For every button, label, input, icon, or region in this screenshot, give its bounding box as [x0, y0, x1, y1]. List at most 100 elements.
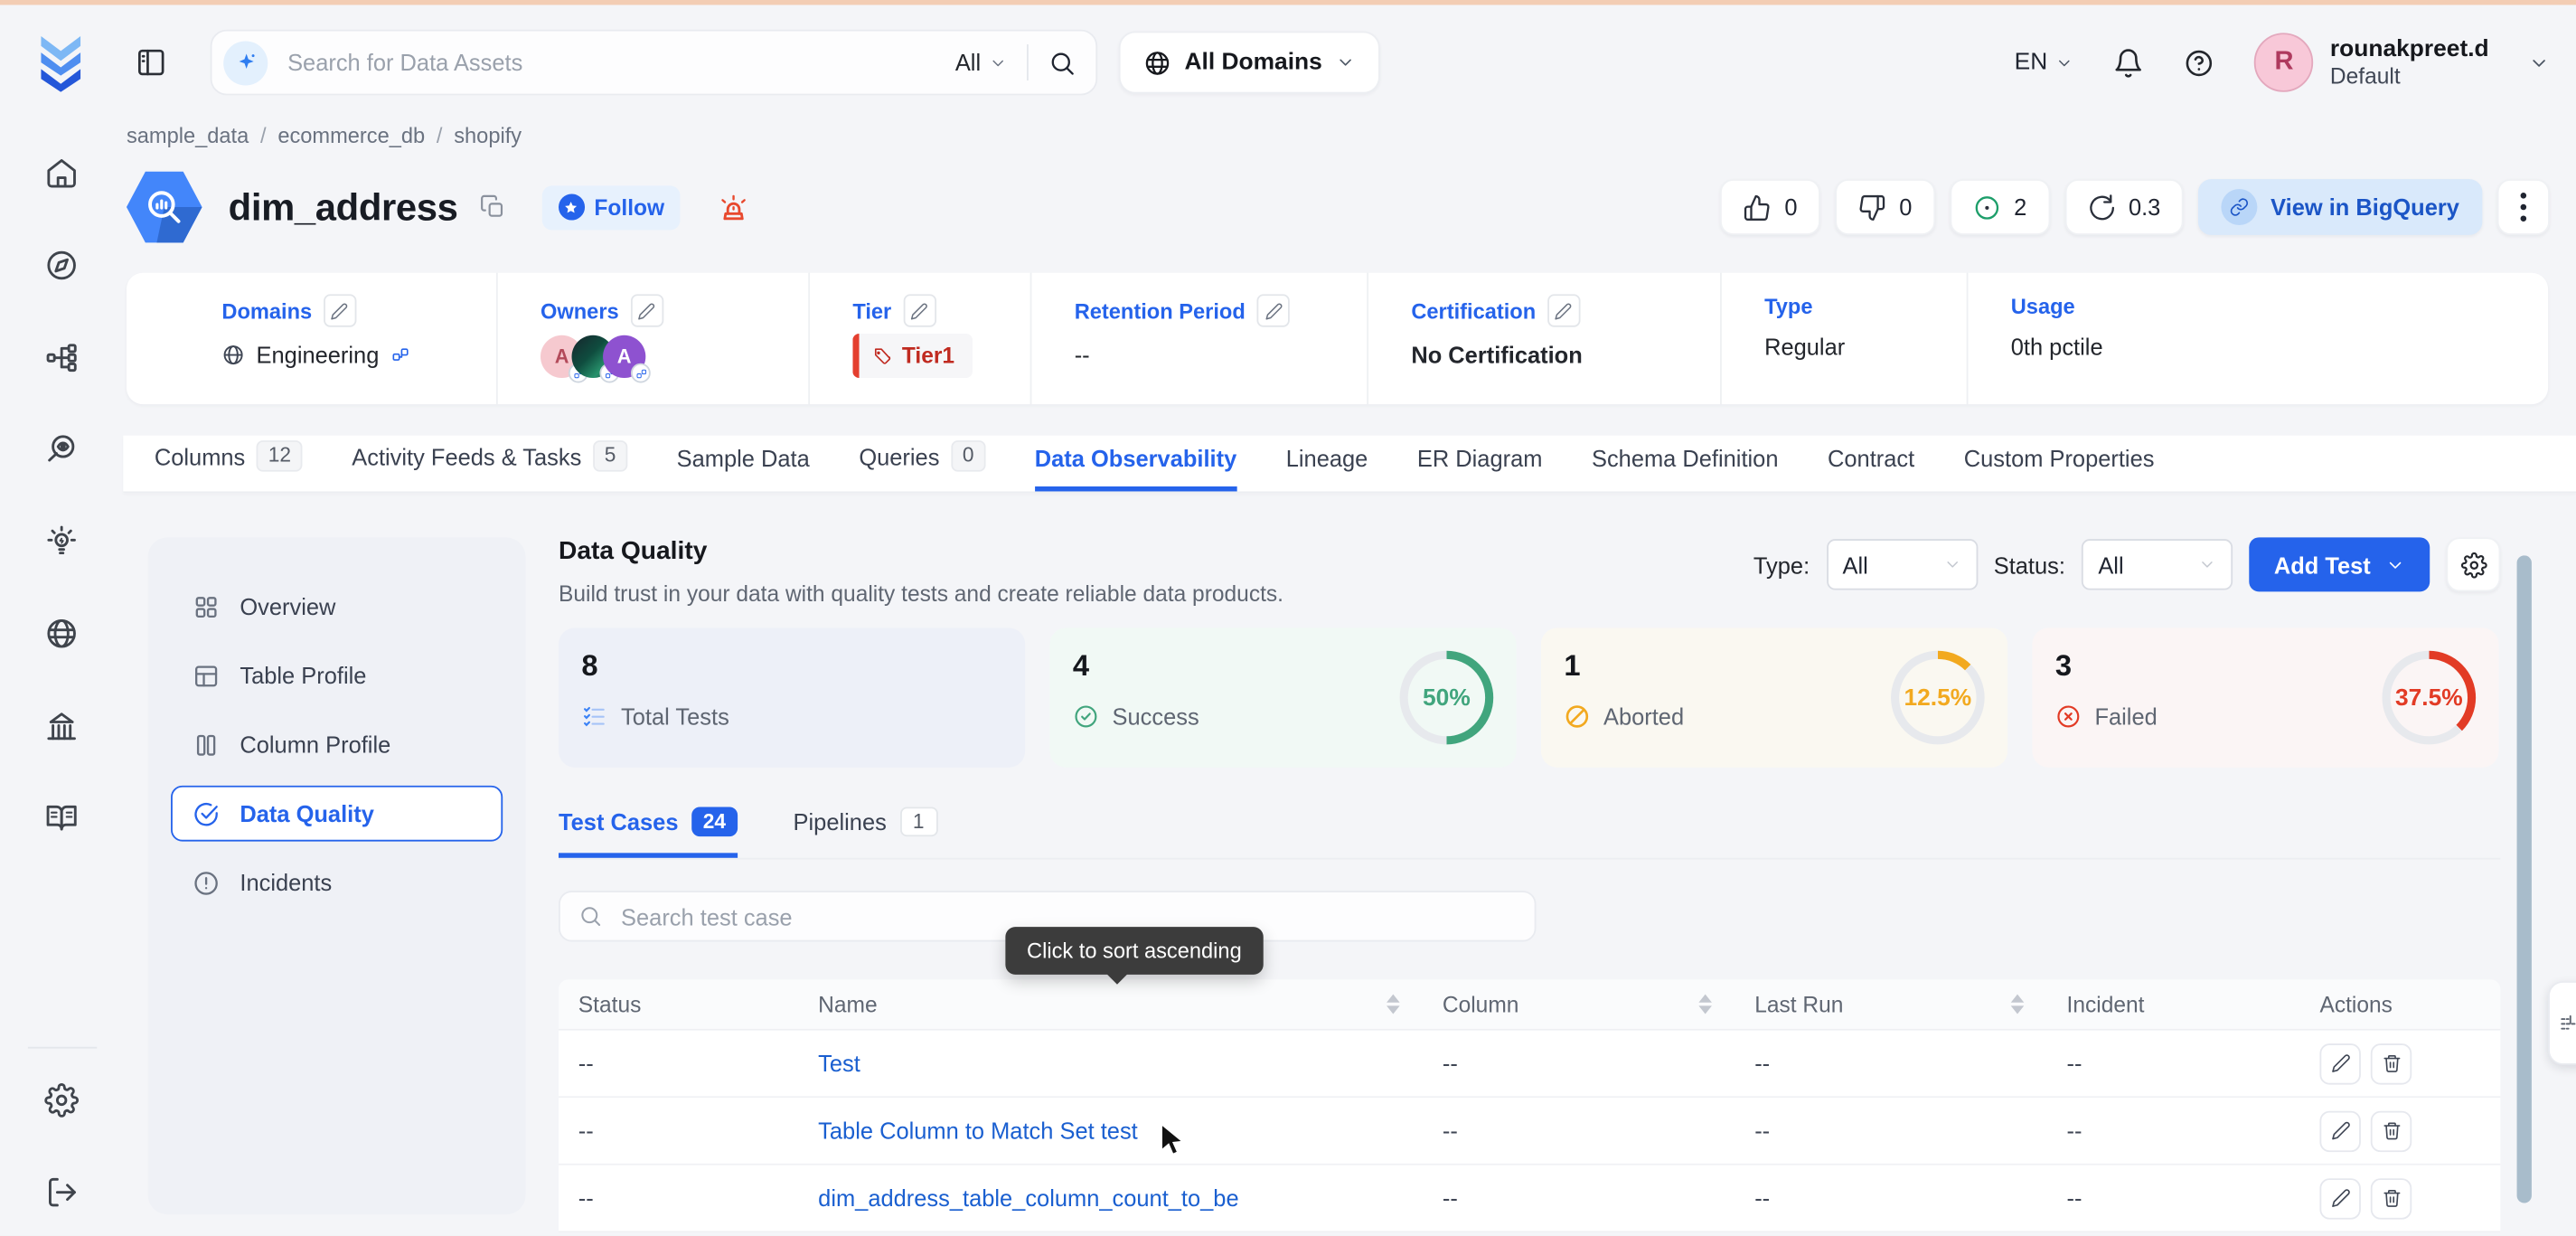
tab-pipelines[interactable]: Pipelines 1 [794, 807, 938, 857]
sidebar-item-overview[interactable]: Overview [171, 579, 503, 635]
ai-sparkle-icon[interactable] [223, 41, 268, 85]
search-input[interactable] [284, 48, 954, 78]
view-in-bigquery-button[interactable]: View in BigQuery [2198, 179, 2482, 235]
lineage-hierarchy-icon[interactable] [44, 340, 79, 374]
breadcrumb-item[interactable]: ecommerce_db [277, 123, 425, 147]
watchers-button[interactable]: 2 [1950, 179, 2050, 235]
tab-test-cases[interactable]: Test Cases 24 [559, 807, 738, 857]
tab-schema-definition[interactable]: Schema Definition [1592, 446, 1779, 492]
column-header-incident: Incident [2047, 992, 2300, 1016]
column-header-column[interactable]: Column [1423, 992, 1735, 1016]
breadcrumb-item[interactable]: sample_data [127, 123, 249, 147]
sort-carets-icon[interactable] [2011, 995, 2025, 1014]
settings-gear-icon[interactable] [44, 1083, 79, 1118]
logout-icon[interactable] [44, 1175, 79, 1210]
entity-tabs: Columns12 Activity Feeds & Tasks5 Sample… [123, 436, 2576, 494]
data-quality-main: Data Quality Build trust in your data wi… [559, 537, 2500, 1232]
tab-data-observability[interactable]: Data Observability [1035, 446, 1236, 492]
sidebar-item-incidents[interactable]: Incidents [171, 854, 503, 910]
sidebar-item-table-profile[interactable]: Table Profile [171, 647, 503, 703]
column-header-name[interactable]: Name [798, 992, 1423, 1016]
sort-carets-icon[interactable] [1387, 995, 1400, 1014]
downvote-button[interactable]: 0 [1835, 179, 1935, 235]
version-button[interactable]: 0.3 [2064, 179, 2184, 235]
edit-owners-button[interactable] [630, 294, 663, 326]
insights-bulb-icon[interactable] [44, 524, 79, 559]
edit-certification-button[interactable] [1547, 294, 1580, 326]
bigquery-service-icon [127, 169, 202, 245]
edit-domains-button[interactable] [324, 294, 356, 326]
language-select[interactable]: EN [2015, 50, 2074, 76]
owner-avatar[interactable]: A [603, 335, 645, 378]
sidebar-toggle-icon[interactable] [135, 46, 167, 79]
status-filter-select[interactable]: All [2082, 539, 2233, 590]
domain-value[interactable]: Engineering [257, 342, 380, 368]
type-filter-label: Type: [1753, 552, 1810, 578]
alert-siren-icon[interactable] [717, 190, 751, 224]
governance-bank-icon[interactable] [44, 708, 79, 742]
upvote-button[interactable]: 0 [1720, 179, 1820, 235]
observability-search-icon[interactable] [44, 432, 79, 467]
copy-icon[interactable] [479, 193, 505, 220]
home-icon[interactable] [44, 156, 79, 191]
more-options-kebab-button[interactable] [2497, 179, 2550, 235]
delete-test-button[interactable] [2371, 1177, 2411, 1218]
knowledge-panel-toggle[interactable] [2548, 981, 2576, 1065]
sidebar-item-data-quality[interactable]: Data Quality [171, 786, 503, 842]
follow-button[interactable]: Follow [541, 184, 681, 229]
sidebar-item-column-profile[interactable]: Column Profile [171, 716, 503, 772]
domains-filter-button[interactable]: All Domains [1119, 32, 1380, 94]
search-icon[interactable] [1048, 49, 1076, 77]
notifications-bell-icon[interactable] [2113, 47, 2145, 79]
summary-cards: 8 Total Tests 4 Success 50% [559, 627, 2500, 767]
type-filter-select[interactable]: All [1826, 539, 1977, 590]
domains-globe-icon[interactable] [44, 617, 79, 651]
tab-columns[interactable]: Columns12 [155, 440, 303, 491]
main-content: sample_data / ecommerce_db / shopify dim… [123, 120, 2576, 1236]
delete-test-button[interactable] [2371, 1043, 2411, 1083]
help-icon[interactable] [2184, 47, 2215, 79]
alert-circle-icon [193, 869, 221, 897]
search-scope-select[interactable]: All [955, 50, 1007, 76]
tier-badge[interactable]: Tier1 [852, 334, 973, 378]
table-row: -- Test -- -- -- [559, 1031, 2500, 1099]
test-cases-table: Status Name Column Last Run Incident Act… [559, 979, 2500, 1232]
tab-er-diagram[interactable]: ER Diagram [1417, 446, 1543, 492]
edit-retention-button[interactable] [1256, 294, 1289, 326]
sort-carets-icon[interactable] [1698, 995, 1712, 1014]
section-subtitle: Build trust in your data with quality te… [559, 581, 1283, 606]
test-case-link[interactable]: Table Column to Match Set test [818, 1118, 1138, 1144]
add-test-button[interactable]: Add Test [2250, 537, 2430, 591]
column-header-last-run[interactable]: Last Run [1735, 992, 2046, 1016]
chevron-down-icon [2385, 554, 2405, 574]
tab-activity-feeds[interactable]: Activity Feeds & Tasks5 [352, 440, 627, 491]
tab-custom-properties[interactable]: Custom Properties [1964, 446, 2155, 492]
test-case-link[interactable]: Test [818, 1050, 860, 1076]
tab-contract[interactable]: Contract [1828, 446, 1914, 492]
explore-compass-icon[interactable] [44, 248, 79, 282]
tab-queries[interactable]: Queries0 [859, 440, 985, 491]
app-logo-icon[interactable] [33, 33, 89, 91]
test-tabs: Test Cases 24 Pipelines 1 [559, 806, 2500, 860]
edit-tier-button[interactable] [903, 294, 935, 326]
tab-lineage[interactable]: Lineage [1286, 446, 1368, 492]
test-case-link[interactable]: dim_address_table_column_count_to_be [818, 1184, 1238, 1211]
user-avatar[interactable]: R [2254, 33, 2313, 91]
vertical-scrollbar[interactable] [2517, 555, 2532, 1203]
glossary-book-icon[interactable] [44, 800, 79, 835]
edit-test-button[interactable] [2319, 1177, 2360, 1218]
cell-last-run: -- [1735, 1118, 2046, 1144]
edit-test-button[interactable] [2319, 1043, 2360, 1083]
metadata-panel: Domains Engineering Owners A A [127, 273, 2548, 404]
tab-sample-data[interactable]: Sample Data [677, 446, 810, 492]
user-menu[interactable]: R rounakpreet.d Default [2254, 33, 2550, 91]
user-role: Default [2330, 63, 2489, 91]
quality-settings-button[interactable] [2446, 537, 2500, 591]
table-row: -- dim_address_table_column_count_to_be … [559, 1165, 2500, 1233]
delete-test-button[interactable] [2371, 1110, 2411, 1151]
breadcrumb-item[interactable]: shopify [454, 123, 522, 147]
edit-test-button[interactable] [2319, 1110, 2360, 1151]
certification-value: No Certification [1411, 342, 1677, 368]
meta-owners: Owners A A [496, 273, 808, 404]
divider [27, 1047, 96, 1049]
